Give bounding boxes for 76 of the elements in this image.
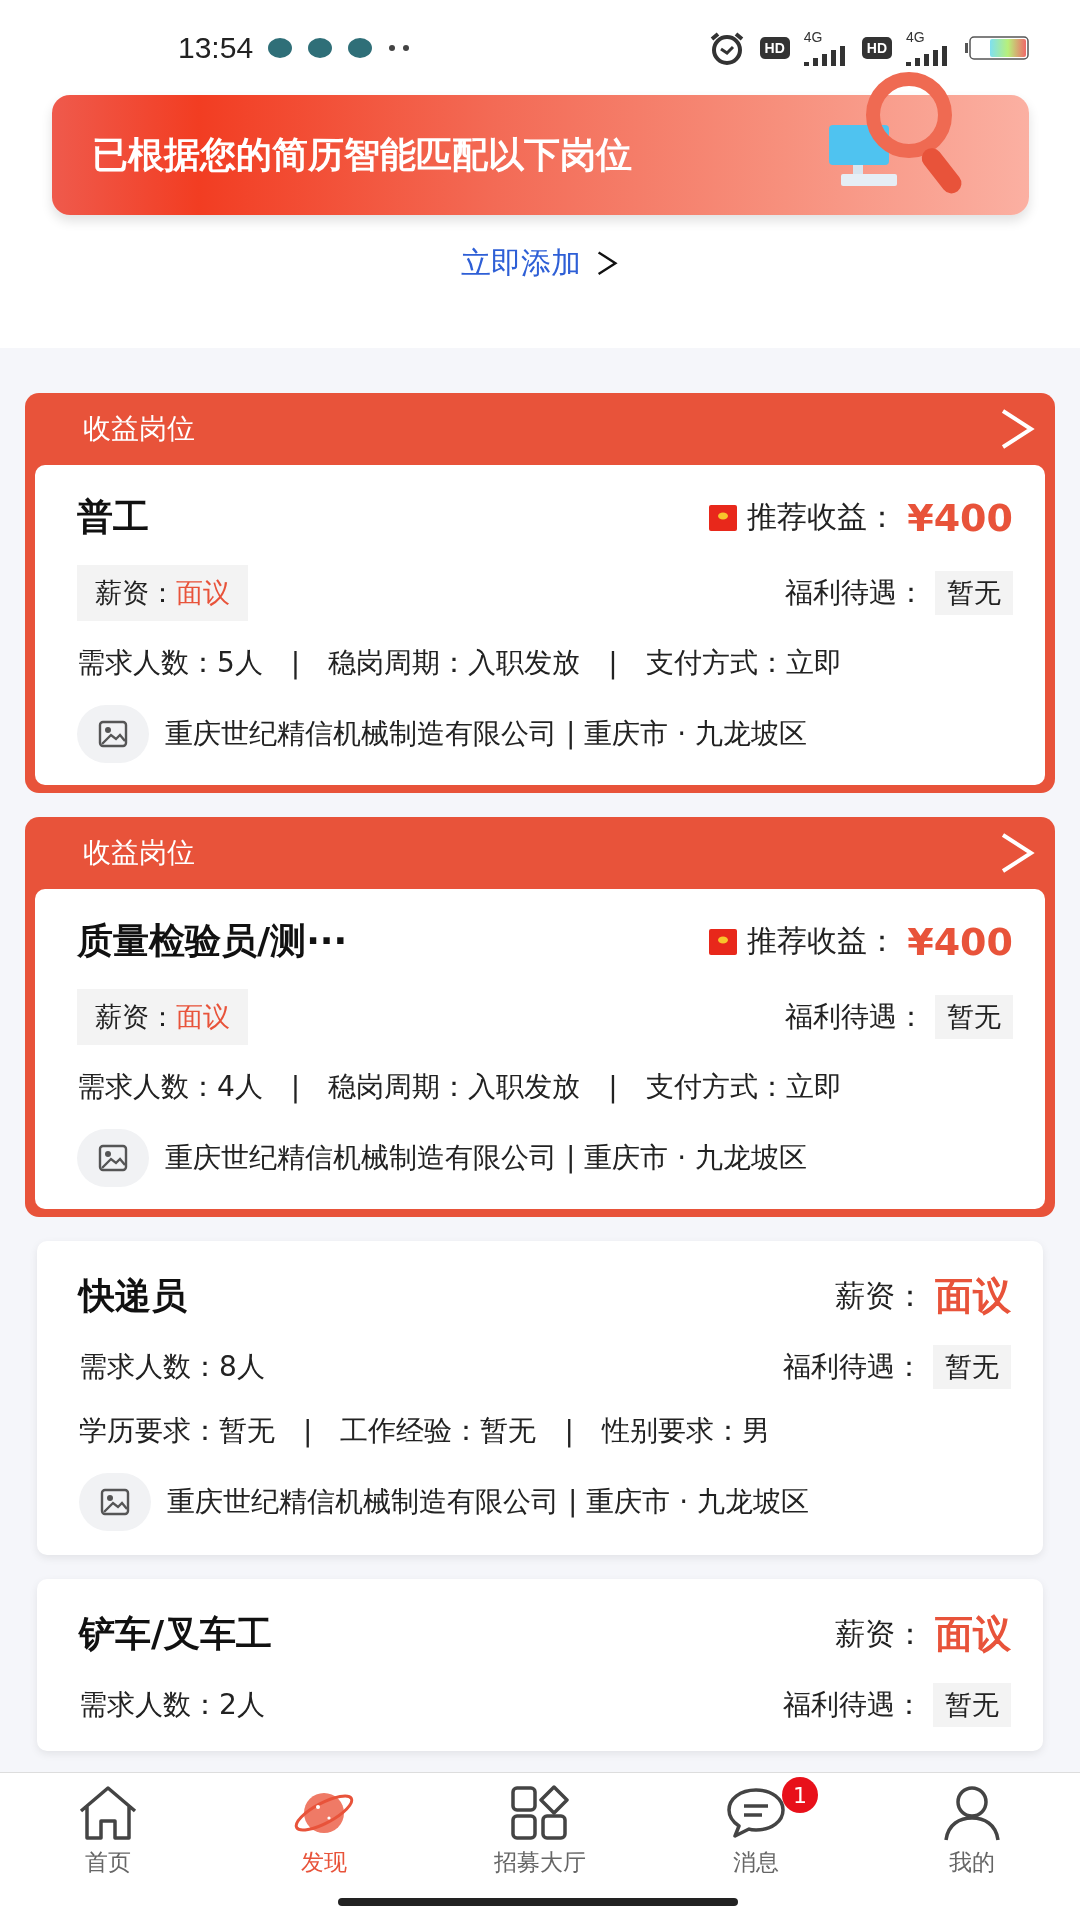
salary-value: 面议 [935,1611,1011,1658]
benefit-label: 福利待遇： [783,1349,923,1385]
envelope-icon [709,504,738,531]
benefit-tag: 暂无 [935,571,1013,615]
benefit-tag: 暂无 [935,995,1013,1039]
salary-label: 薪资： [835,1615,925,1653]
detail-text: 学历要求：暂无 [79,1413,275,1449]
separator: | [303,1414,313,1448]
grid-icon [510,1785,570,1841]
separator: | [608,646,618,680]
image-icon [98,1144,128,1172]
user-icon [942,1784,1002,1842]
job-title: 快递员 [79,1274,187,1318]
benefit-label: 福利待遇： [783,1687,923,1723]
notification-icon [307,35,334,60]
signal-icon [906,43,950,66]
benefit-tag: 暂无 [933,1683,1011,1727]
image-icon [100,1488,130,1516]
network-label: 4G [803,29,823,44]
separator: | [290,646,301,680]
reward-amount: ¥400 [907,919,1013,964]
chevron-right-icon [595,250,619,277]
detail-text: 需求人数：5人 [77,645,263,681]
notification-icon [347,35,374,60]
company-text: 重庆世纪精信机械制造有限公司 | 重庆市 · 九龙坡区 [165,1140,807,1176]
job-title: 质量检验员/测··· [77,919,348,963]
nav-tab[interactable]: 招募大厅 [432,1773,648,1920]
reward-job-card[interactable]: 收益岗位 普工 推荐收益： ¥400 薪资：面议 福利待遇： 暂无 需求人数：5人 | 稳岗周期：入职发放 | 支付方式：立即 重庆世纪精信机械制造有限公司 | 重庆市 · 九龙坡区 [25,393,1055,793]
headcount-text: 需求人数：8人 [79,1349,265,1385]
headcount-text: 需求人数：2人 [79,1687,265,1723]
salary-value: 面议 [935,1273,1011,1320]
separator: | [564,1414,574,1448]
detail-text: 支付方式：立即 [645,1069,842,1105]
company-text: 重庆世纪精信机械制造有限公司 | 重庆市 · 九龙坡区 [165,716,807,752]
benefit-tag: 暂无 [933,1345,1011,1389]
nav-tab[interactable]: 我的 [864,1773,1080,1920]
more-dots-icon [387,43,412,52]
status-time: 13:54 [178,30,254,65]
add-resume-link[interactable]: 立即添加 [461,243,619,284]
section-header: 收益岗位 [83,411,195,447]
job-title: 普工 [77,495,149,539]
home-icon [77,1785,139,1841]
benefit-label: 福利待遇： [785,575,925,611]
reward-label: 推荐收益： [747,922,898,960]
detail-text: 稳岗周期：入职发放 [328,1069,581,1105]
hd-badge: HD [861,36,892,59]
nav-tab[interactable]: 首页 [0,1773,216,1920]
unread-badge: 1 [782,1777,818,1813]
banner-title: 已根据您的简历智能匹配以下岗位 [91,132,632,177]
battery-icon [964,34,1030,61]
envelope-icon [709,928,738,955]
separator: | [608,1070,618,1104]
detail-text: 支付方式：立即 [645,645,842,681]
job-card[interactable]: 快递员 薪资： 面议 需求人数：8人 福利待遇： 暂无 学历要求：暂无 | 工作经验：暂无 | 性别要求：男 重庆世纪精信机械制造有限公司 | 重庆市 · 九龙坡区 [37,1241,1043,1555]
signal-icon [803,43,848,66]
reward-job-card[interactable]: 收益岗位 质量检验员/测··· 推荐收益： ¥400 薪资：面议 福利待遇： 暂无 需求人数：4人 | 稳岗周期：入职发放 | 支付方式：立即 重庆世纪精信机械制造有限公司 | 重庆市 · 九龙坡区 [25,817,1055,1217]
company-text: 重庆世纪精信机械制造有限公司 | 重庆市 · 九龙坡区 [167,1484,809,1520]
job-card[interactable]: 铲车/叉车工 薪资： 面议 需求人数：2人 福利待遇： 暂无 [37,1579,1043,1751]
job-title: 铲车/叉车工 [79,1612,273,1656]
image-icon [98,720,128,748]
salary-tag: 薪资：面议 [77,989,248,1045]
notification-icon [267,35,294,60]
chat-icon [725,1786,787,1840]
salary-label: 薪资： [835,1277,925,1315]
detail-text: 工作经验：暂无 [340,1413,537,1449]
separator: | [290,1070,301,1104]
network-label: 4G [906,29,925,44]
benefit-label: 福利待遇： [785,999,925,1035]
detail-text: 性别要求：男 [601,1413,770,1449]
detail-text: 需求人数：4人 [77,1069,263,1105]
hd-badge: HD [759,36,790,59]
salary-tag: 薪资：面议 [77,565,248,621]
detail-text: 稳岗周期：入职发放 [328,645,581,681]
reward-amount: ¥400 [907,495,1013,540]
reward-label: 推荐收益： [747,498,898,536]
section-header: 收益岗位 [83,835,195,871]
